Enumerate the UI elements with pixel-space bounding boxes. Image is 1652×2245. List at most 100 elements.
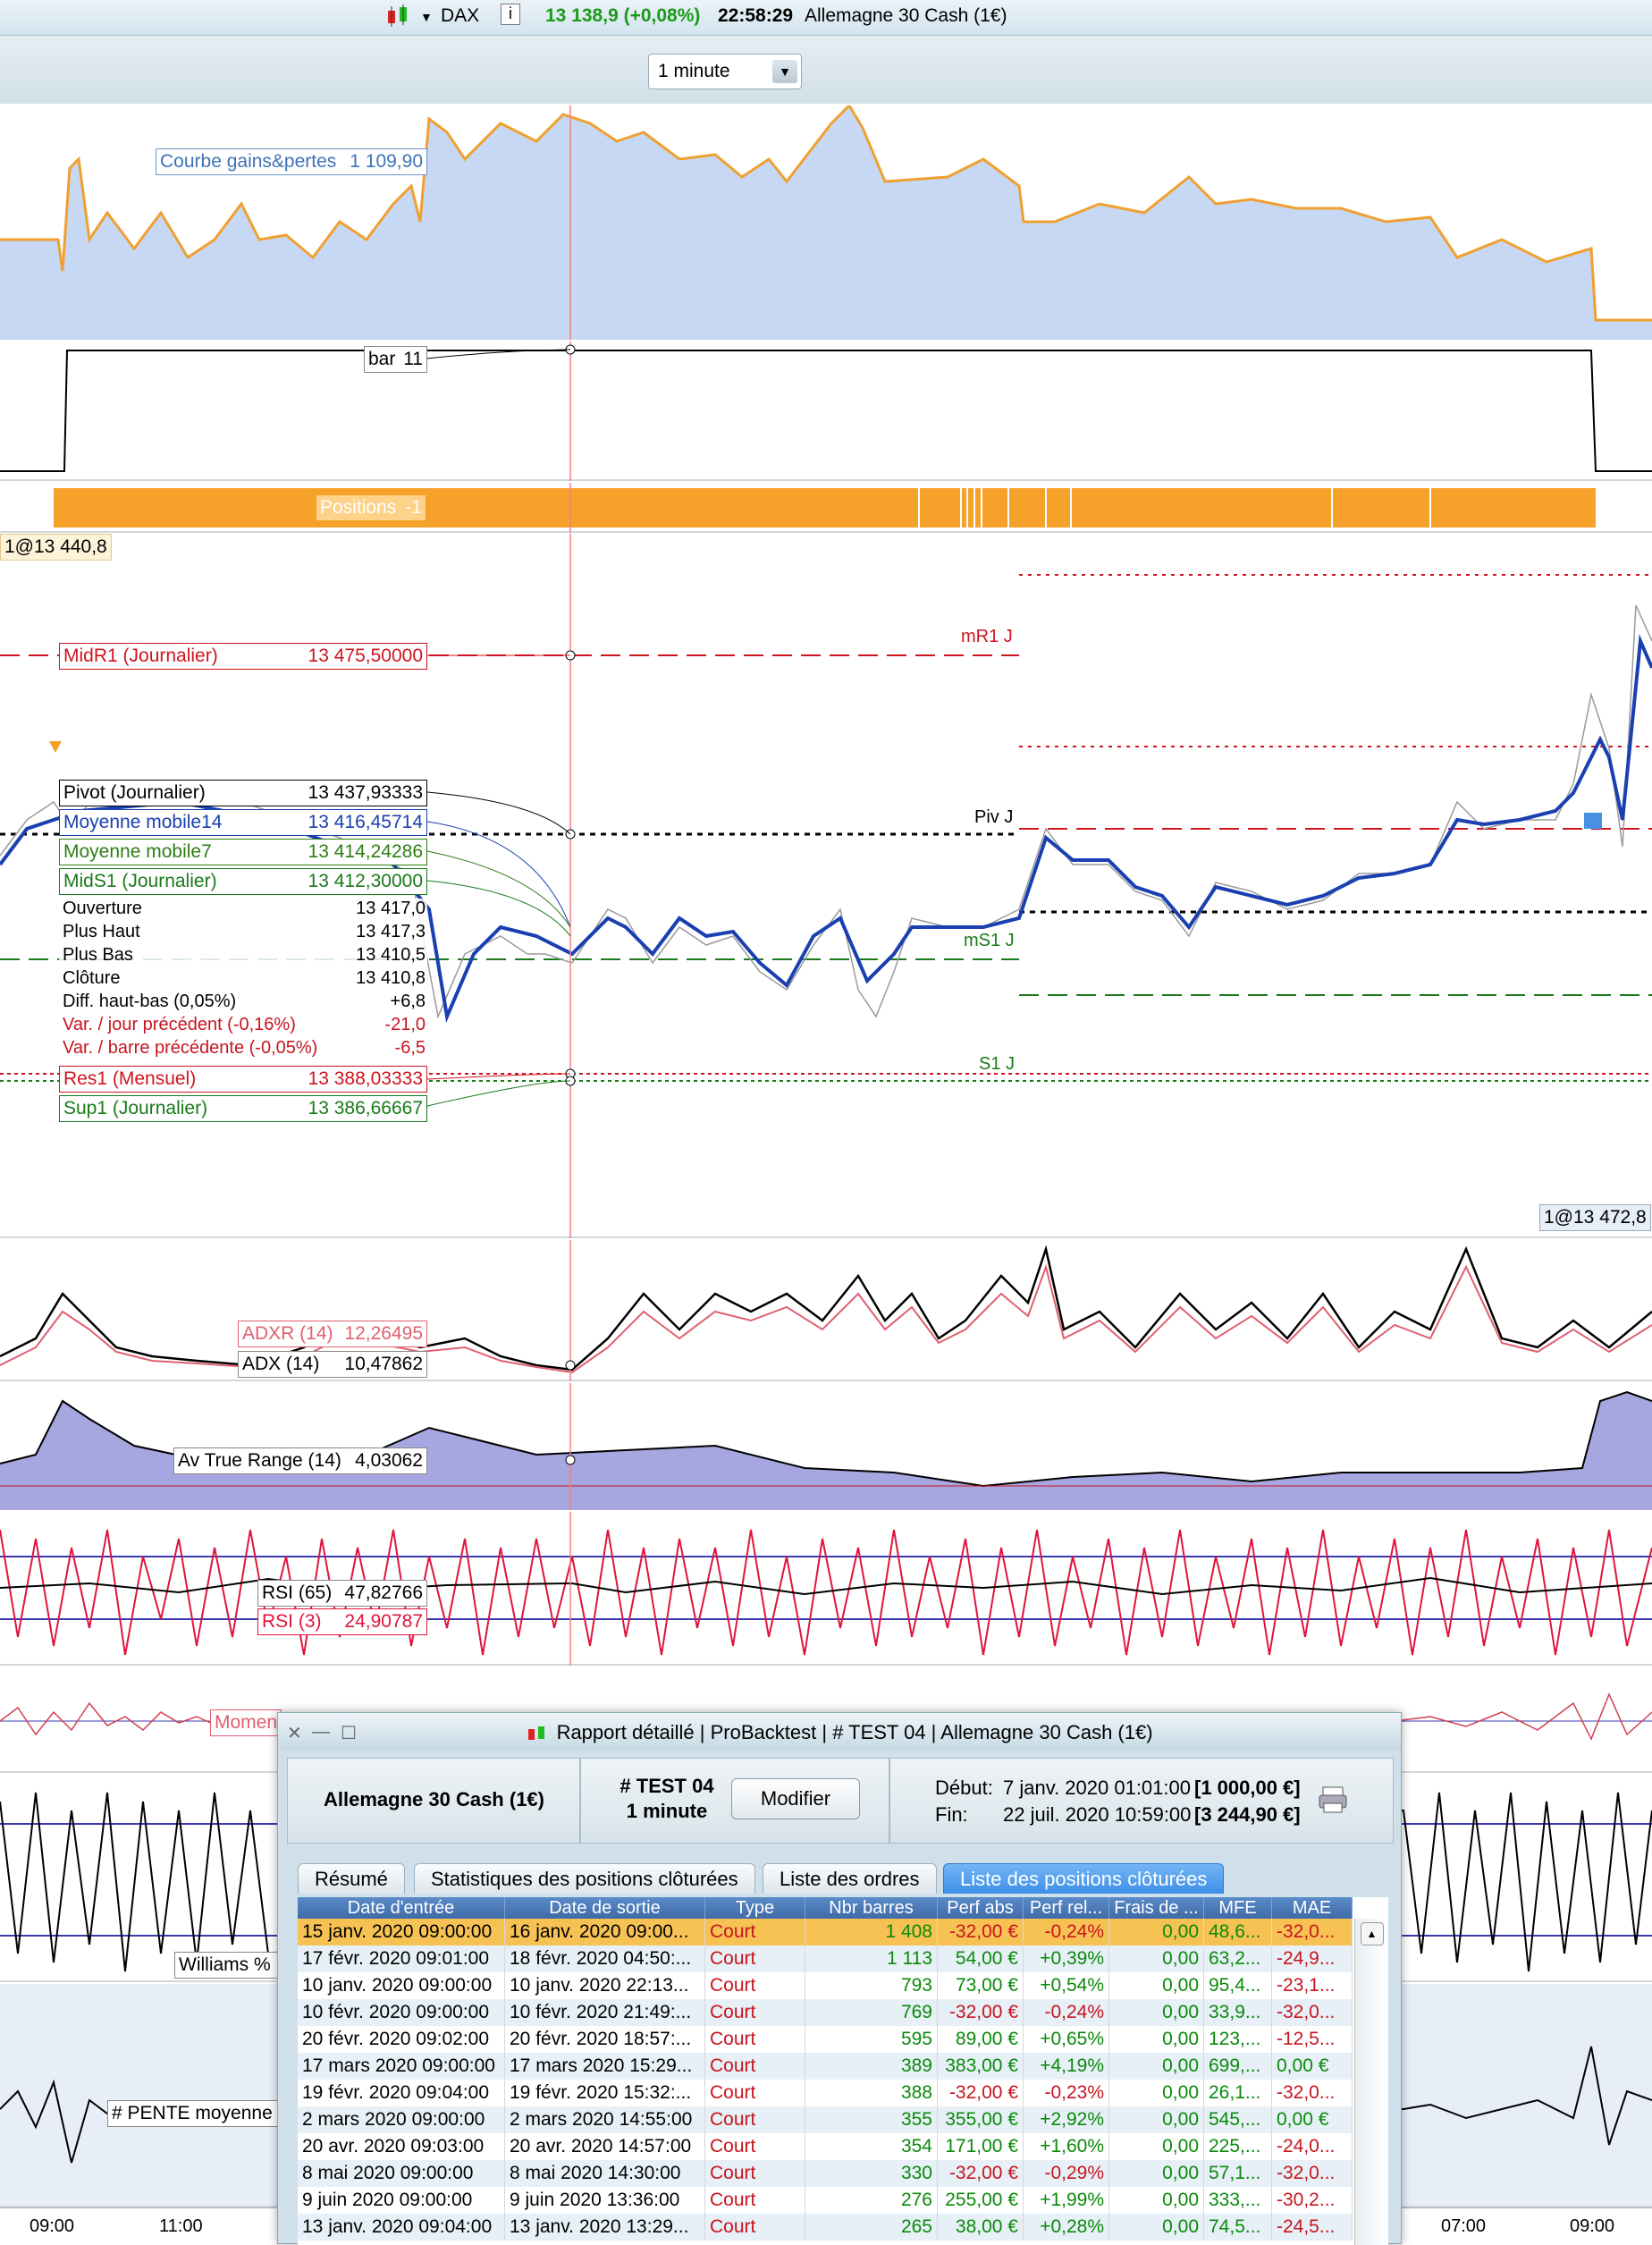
table-cell: -12,5...: [1272, 2026, 1353, 2053]
modify-button[interactable]: Modifier: [731, 1778, 860, 1819]
timeframe-value: 1 minute: [658, 61, 730, 81]
col-perf-abs[interactable]: Perf abs: [938, 1897, 1024, 1919]
pente-label: # PENTE moyenne: [107, 2100, 282, 2127]
table-cell: 73,00 €: [938, 1972, 1024, 1999]
ohlc-close-label: Clôture: [63, 968, 121, 988]
tab-liste-ordres[interactable]: Liste des ordres: [763, 1863, 937, 1894]
ohlc-high-value: 13 417,3: [356, 922, 426, 941]
table-cell: Court: [705, 1999, 805, 2026]
rsi3-label: RSI (3) 24,90787: [257, 1608, 427, 1635]
table-cell: Court: [705, 2026, 805, 2053]
positions-label: Positions -1: [316, 494, 426, 521]
col-perf-rel[interactable]: Perf rel...: [1024, 1897, 1109, 1919]
legend-midr1-value: 13 475,50000: [308, 646, 423, 666]
table-cell: 15 janv. 2020 09:00:00: [298, 1919, 505, 1945]
table-row[interactable]: 17 févr. 2020 09:01:00 18 févr. 2020 04:5…: [298, 1945, 1353, 1972]
table-cell: -32,00 €: [938, 1919, 1024, 1945]
minimize-icon[interactable]: —: [312, 1722, 330, 1743]
col-type[interactable]: Type: [705, 1897, 805, 1919]
adxr-label-text: ADXR (14): [242, 1323, 333, 1344]
table-cell: -24,0...: [1272, 2133, 1353, 2160]
table-row[interactable]: 8 mai 2020 09:00:00 8 mai 2020 14:30:00 Co…: [298, 2160, 1353, 2187]
close-icon[interactable]: ✕: [287, 1722, 302, 1744]
legend-pivot: Pivot (Journalier) 13 437,93333: [59, 780, 427, 806]
instrument-name: Allemagne 30 Cash (1€): [805, 5, 1007, 26]
table-cell: 388: [805, 2080, 938, 2106]
maximize-icon[interactable]: ☐: [341, 1722, 357, 1744]
table-cell: 9 juin 2020 09:00:00: [298, 2187, 505, 2214]
info-icon[interactable]: i: [501, 4, 520, 25]
table-cell: 9 juin 2020 13:36:00: [505, 2187, 705, 2214]
col-frais[interactable]: Frais de ...: [1109, 1897, 1204, 1919]
symbol-label[interactable]: DAX: [441, 5, 479, 27]
col-nbr-barres[interactable]: Nbr barres: [805, 1897, 938, 1919]
equity-label-text: Courbe gains&pertes: [160, 151, 337, 172]
scroll-up-icon[interactable]: ▲: [1360, 1922, 1384, 1945]
table-cell: 2 mars 2020 14:55:00: [505, 2106, 705, 2133]
table-cell: +0,54%: [1024, 1972, 1109, 1999]
report-window[interactable]: ✕ — ☐ Rapport détaillé | ProBacktest | #…: [277, 1712, 1402, 2245]
tab-statistiques[interactable]: Statistiques des positions clôturées: [414, 1863, 755, 1894]
start-label: Début:: [935, 1777, 993, 1799]
col-date-sortie[interactable]: Date de sortie: [505, 1897, 705, 1919]
ohlc-close-value: 13 410,8: [356, 968, 426, 988]
table-row[interactable]: 13 janv. 2020 09:04:00 13 janv. 2020 13:2…: [298, 2214, 1353, 2241]
legend-mm14-value: 13 416,45714: [308, 812, 423, 832]
table-row[interactable]: 20 avr. 2020 09:03:00 20 avr. 2020 14:57:…: [298, 2133, 1353, 2160]
table-cell: 95,4...: [1204, 1972, 1272, 1999]
table-cell: 330: [805, 2160, 938, 2187]
table-cell: 8 mai 2020 14:30:00: [505, 2160, 705, 2187]
table-cell: 63,2...: [1204, 1945, 1272, 1972]
printer-icon[interactable]: [1318, 1784, 1352, 1816]
table-row[interactable]: 20 févr. 2020 09:02:00 20 févr. 2020 18:5…: [298, 2026, 1353, 2053]
equity-label: Courbe gains&pertes 1 109,90: [156, 148, 427, 175]
table-cell: 20 févr. 2020 09:02:00: [298, 2026, 505, 2053]
bar-value: 11: [403, 349, 423, 369]
table-cell: 17 mars 2020 09:00:00: [298, 2053, 505, 2080]
table-row[interactable]: 19 févr. 2020 09:04:00 19 févr. 2020 15:3…: [298, 2080, 1353, 2106]
table-cell: Court: [705, 1945, 805, 1972]
table-cell: 0,00: [1109, 1919, 1204, 1945]
table-cell: 33,9...: [1204, 1999, 1272, 2026]
col-date-entree[interactable]: Date d'entrée: [298, 1897, 505, 1919]
table-cell: Court: [705, 2080, 805, 2106]
timeframe-select[interactable]: 1 minute ▼: [648, 54, 802, 89]
x-tick-0900: 09:00: [30, 2216, 75, 2236]
table-cell: 0,00 €: [1272, 2053, 1353, 2080]
table-row[interactable]: 2 mars 2020 09:00:00 2 mars 2020 14:55:00…: [298, 2106, 1353, 2133]
table-cell: 276: [805, 2187, 938, 2214]
table-row[interactable]: 17 mars 2020 09:00:00 17 mars 2020 15:29.…: [298, 2053, 1353, 2080]
table-cell: 26,1...: [1204, 2080, 1272, 2106]
tab-liste-positions[interactable]: Liste des positions clôturées: [943, 1863, 1225, 1894]
table-cell: 18 févr. 2020 04:50:...: [505, 1945, 705, 1972]
table-cell: -32,0...: [1272, 1919, 1353, 1945]
table-cell: 0,00: [1109, 2106, 1204, 2133]
chevron-down-icon[interactable]: ▼: [420, 10, 433, 24]
table-cell: 20 avr. 2020 14:57:00: [505, 2133, 705, 2160]
legend-res1: Res1 (Mensuel) 13 388,03333: [59, 1066, 427, 1093]
table-cell: 0,00: [1109, 1945, 1204, 1972]
table-row[interactable]: 9 juin 2020 09:00:00 9 juin 2020 13:36:00…: [298, 2187, 1353, 2214]
table-cell: 19 févr. 2020 15:32:...: [505, 2080, 705, 2106]
table-cell: 389: [805, 2053, 938, 2080]
chevron-down-icon[interactable]: ▼: [772, 60, 797, 83]
table-cell: 0,00: [1109, 2053, 1204, 2080]
ohlc-box: Ouverture 13 417,0 Plus Haut 13 417,3 Plus…: [59, 899, 427, 1059]
ohlc-diff-value: +6,8: [390, 992, 426, 1011]
tab-resume[interactable]: Résumé: [298, 1863, 405, 1894]
table-row[interactable]: 15 janv. 2020 09:00:00 16 janv. 2020 09:0…: [298, 1919, 1353, 1945]
candlestick-icon[interactable]: [384, 4, 411, 34]
table-cell: -30,2...: [1272, 2187, 1353, 2214]
table-row[interactable]: 10 févr. 2020 09:00:00 10 févr. 2020 21:4…: [298, 1999, 1353, 2026]
table-cell: 8 mai 2020 09:00:00: [298, 2160, 505, 2187]
table-row[interactable]: 10 janv. 2020 09:00:00 10 janv. 2020 22:1…: [298, 1972, 1353, 1999]
table-cell: 13 janv. 2020 09:04:00: [298, 2214, 505, 2241]
table-scrollbar[interactable]: ▲: [1354, 1919, 1388, 2245]
report-title-1: Rapport détaillé: [556, 1721, 695, 1743]
col-mae[interactable]: MAE: [1272, 1897, 1353, 1919]
table-cell: 74,5...: [1204, 2214, 1272, 2241]
table-cell: 1 408: [805, 1919, 938, 1945]
positions-panel: Positions -1: [0, 483, 1652, 533]
report-titlebar[interactable]: ✕ — ☐ Rapport détaillé | ProBacktest | #…: [278, 1713, 1401, 1751]
col-mfe[interactable]: MFE: [1204, 1897, 1272, 1919]
